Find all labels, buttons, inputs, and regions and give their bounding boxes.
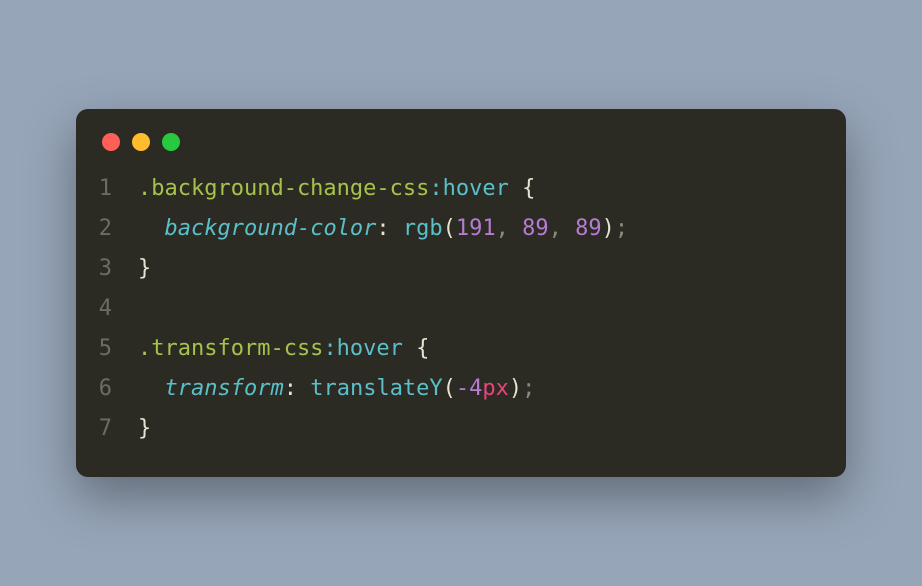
code-token: : <box>284 376 311 401</box>
close-icon[interactable] <box>102 133 120 151</box>
code-content: .transform-css:hover { <box>138 329 820 369</box>
code-line: 6 transform: translateY(-4px); <box>76 369 820 409</box>
code-token: .transform-css <box>138 336 323 361</box>
code-line: 5.transform-css:hover { <box>76 329 820 369</box>
code-token: transform <box>165 376 284 401</box>
code-line: 3} <box>76 249 820 289</box>
code-content: } <box>138 249 820 289</box>
line-number: 6 <box>76 369 138 409</box>
code-token: 191 <box>456 216 496 241</box>
code-content: } <box>138 409 820 449</box>
code-token: ; <box>522 376 535 401</box>
code-token: ( <box>443 216 456 241</box>
zoom-icon[interactable] <box>162 133 180 151</box>
code-token: { <box>509 176 536 201</box>
code-token: .background-change-css <box>138 176 429 201</box>
code-content: background-color: rgb(191, 89, 89); <box>138 209 820 249</box>
code-token: px <box>482 376 509 401</box>
line-number: 4 <box>76 289 138 329</box>
code-token: , <box>496 216 523 241</box>
code-window: 1.background-change-css:hover {2 backgro… <box>76 109 846 477</box>
code-line: 1.background-change-css:hover { <box>76 169 820 209</box>
code-content <box>138 289 820 329</box>
code-token: rgb <box>403 216 443 241</box>
code-token: :hover <box>323 336 402 361</box>
code-token: ) <box>509 376 522 401</box>
code-content: transform: translateY(-4px); <box>138 369 820 409</box>
code-token: 89 <box>575 216 602 241</box>
code-token: :hover <box>429 176 508 201</box>
code-token: } <box>138 256 151 281</box>
code-token: , <box>549 216 576 241</box>
code-token: ( <box>443 376 456 401</box>
code-line: 2 background-color: rgb(191, 89, 89); <box>76 209 820 249</box>
code-token: } <box>138 416 151 441</box>
code-token: translateY <box>310 376 442 401</box>
traffic-lights <box>76 133 846 169</box>
code-token: 89 <box>522 216 549 241</box>
code-token: : <box>376 216 403 241</box>
code-token: ) <box>602 216 615 241</box>
line-number: 1 <box>76 169 138 209</box>
code-token: -4 <box>456 376 483 401</box>
code-token <box>138 376 165 401</box>
code-token: ; <box>615 216 628 241</box>
minimize-icon[interactable] <box>132 133 150 151</box>
code-content: .background-change-css:hover { <box>138 169 820 209</box>
code-line: 4 <box>76 289 820 329</box>
code-token: background-color <box>165 216 377 241</box>
line-number: 2 <box>76 209 138 249</box>
line-number: 5 <box>76 329 138 369</box>
line-number: 7 <box>76 409 138 449</box>
code-line: 7} <box>76 409 820 449</box>
line-number: 3 <box>76 249 138 289</box>
code-token <box>138 216 165 241</box>
code-token: { <box>403 336 430 361</box>
code-area[interactable]: 1.background-change-css:hover {2 backgro… <box>76 169 846 449</box>
